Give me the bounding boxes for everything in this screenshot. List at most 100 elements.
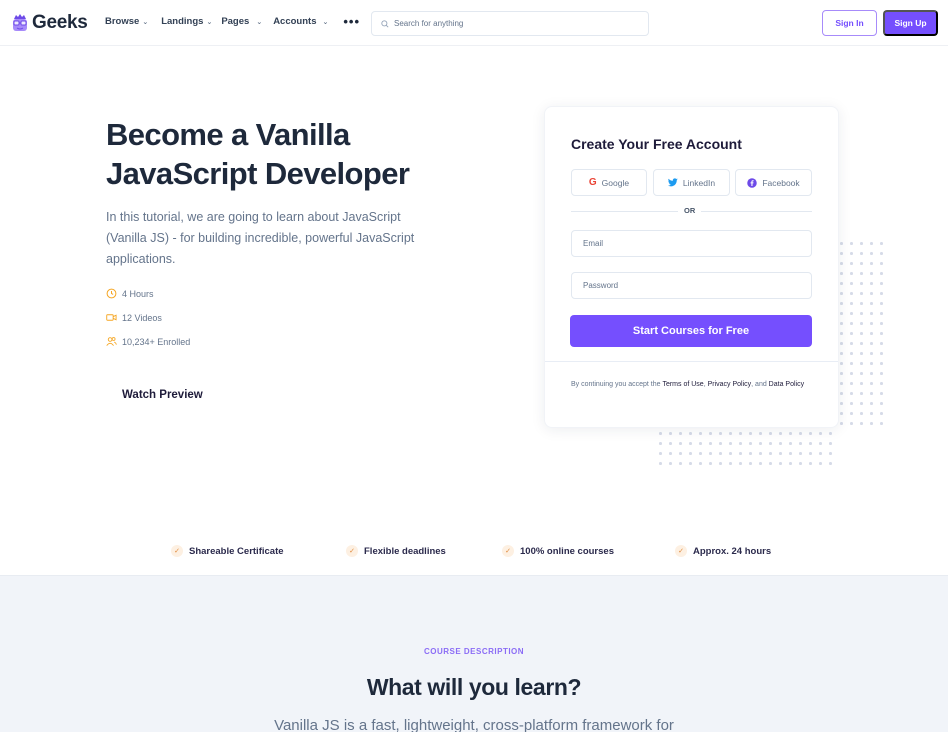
nav-browse[interactable]: Browse ⌄ [105, 16, 148, 27]
decorative-dot [779, 452, 782, 455]
decorative-dot [759, 452, 762, 455]
decorative-dot [699, 432, 702, 435]
decorative-dot [850, 342, 853, 345]
decorative-dot [850, 282, 853, 285]
decorative-dot [789, 462, 792, 465]
decorative-dot [840, 422, 843, 425]
decorative-dot [880, 412, 883, 415]
decorative-dot [840, 322, 843, 325]
decorative-dot [689, 442, 692, 445]
decorative-dot [860, 332, 863, 335]
decorative-dot [860, 272, 863, 275]
privacy-policy-link[interactable]: Privacy Policy [708, 381, 752, 388]
decorative-dot [719, 452, 722, 455]
decorative-dot [850, 332, 853, 335]
course-videos-label: 12 Videos [122, 312, 162, 323]
facebook-signup-button[interactable]: Facebook [735, 169, 812, 196]
decorative-dot [850, 322, 853, 325]
section-eyebrow: COURSE DESCRIPTION [423, 647, 525, 656]
watch-preview-link[interactable]: Watch Preview [122, 389, 203, 401]
google-signup-button[interactable]: G Google [571, 169, 647, 196]
decorative-dot [819, 432, 822, 435]
decorative-dot [769, 462, 772, 465]
decorative-dot [870, 302, 873, 305]
nav-pages[interactable]: Pages ⌄ [221, 16, 262, 27]
chevron-down-icon: ⌄ [322, 18, 329, 26]
decorative-dot [880, 322, 883, 325]
decorative-dot [840, 352, 843, 355]
decorative-dot [840, 262, 843, 265]
decorative-dot [870, 312, 873, 315]
course-enrolled: 10,234+ Enrolled [106, 336, 190, 347]
decorative-dot [860, 362, 863, 365]
data-policy-link[interactable]: Data Policy [769, 381, 804, 388]
decorative-dot [819, 462, 822, 465]
decorative-dot [829, 452, 832, 455]
hero-title: Become a Vanilla JavaScript Developer [106, 117, 410, 191]
decorative-dot [880, 382, 883, 385]
google-icon: G [588, 177, 597, 188]
decorative-dot [860, 282, 863, 285]
decorative-dot [679, 452, 682, 455]
or-divider-text: OR [678, 206, 702, 215]
facebook-icon [747, 177, 758, 188]
decorative-dot [870, 322, 873, 325]
decorative-dot [829, 462, 832, 465]
decorative-dot [860, 262, 863, 265]
search-input[interactable] [394, 19, 624, 28]
decorative-dot [850, 382, 853, 385]
decorative-dot [880, 352, 883, 355]
decorative-dot [669, 442, 672, 445]
decorative-dot [840, 362, 843, 365]
decorative-dot [880, 402, 883, 405]
decorative-dot [769, 432, 772, 435]
facebook-label: Facebook [762, 177, 800, 188]
decorative-dot [870, 362, 873, 365]
nav-accounts[interactable]: Accounts ⌄ [273, 16, 328, 27]
decorative-dot [689, 432, 692, 435]
navbar: Geeks Browse ⌄ Landings ⌄ Pages ⌄ Accoun… [0, 0, 948, 46]
decorative-dot [789, 442, 792, 445]
decorative-dot [669, 462, 672, 465]
decorative-dot [860, 352, 863, 355]
linkedin-signup-button[interactable]: LinkedIn [653, 169, 730, 196]
password-field[interactable] [571, 272, 812, 299]
decorative-dot [659, 462, 662, 465]
decorative-dot [749, 442, 752, 445]
decorative-dot [880, 372, 883, 375]
nav-landings[interactable]: Landings ⌄ [161, 16, 212, 27]
decorative-dot [860, 292, 863, 295]
decorative-dot [880, 342, 883, 345]
chevron-down-icon: ⌄ [256, 18, 263, 26]
decorative-dot [870, 242, 873, 245]
feature-label: Flexible deadlines [364, 545, 446, 557]
decorative-dot [870, 282, 873, 285]
decorative-dot [840, 382, 843, 385]
nav-browse-label: Browse [105, 16, 140, 27]
decorative-dot [870, 392, 873, 395]
decorative-dot [860, 302, 863, 305]
decorative-dot [880, 362, 883, 365]
ellipsis-icon[interactable]: ••• [343, 15, 360, 28]
email-field[interactable] [571, 230, 812, 257]
card-divider [545, 361, 838, 362]
hero-description: In this tutorial, we are going to learn … [106, 210, 415, 266]
brand-logo[interactable]: Geeks [10, 12, 88, 34]
decorative-dot [799, 442, 802, 445]
decorative-dot [870, 292, 873, 295]
check-icon: ✓ [502, 545, 514, 557]
decorative-dot [729, 462, 732, 465]
terms-of-use-link[interactable]: Terms of Use [662, 381, 703, 388]
decorative-dot [840, 342, 843, 345]
decorative-dot [860, 242, 863, 245]
chevron-down-icon: ⌄ [142, 18, 149, 26]
decorative-dot [860, 422, 863, 425]
sign-up-button[interactable]: Sign Up [883, 10, 938, 36]
decorative-dot [779, 462, 782, 465]
sign-in-button[interactable]: Sign In [822, 10, 877, 36]
decorative-dot [719, 432, 722, 435]
decorative-dot [880, 392, 883, 395]
decorative-dot [749, 462, 752, 465]
check-icon: ✓ [171, 545, 183, 557]
start-courses-button[interactable]: Start Courses for Free [570, 315, 812, 347]
